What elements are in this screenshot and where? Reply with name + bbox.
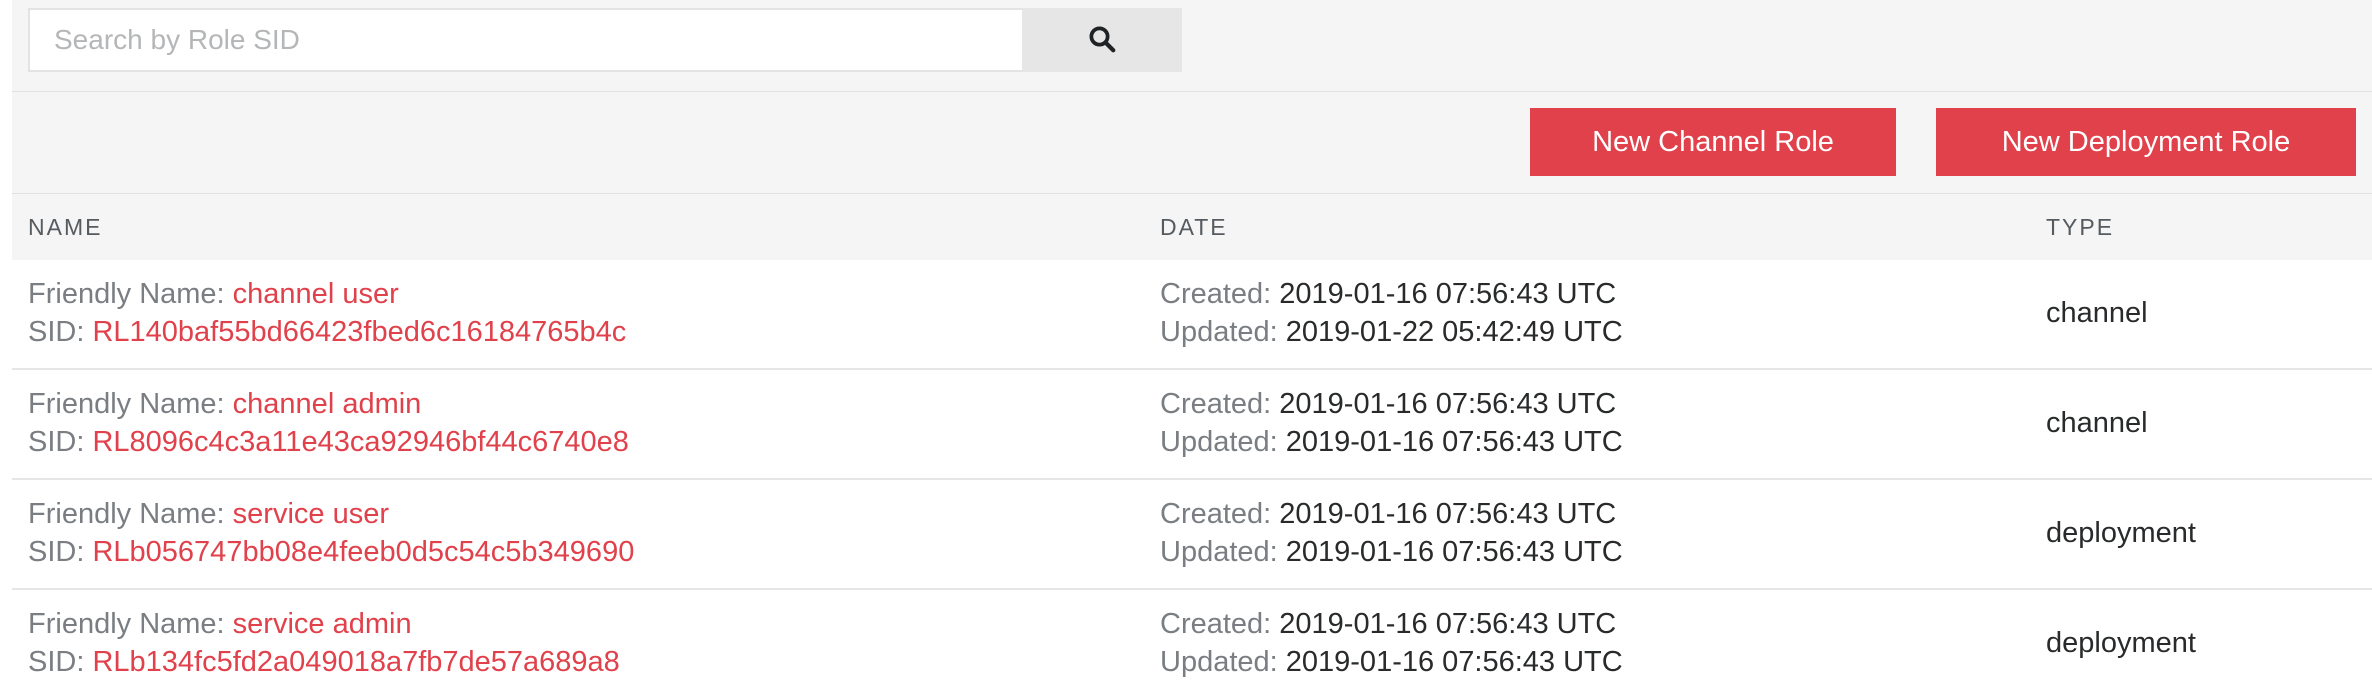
sid-label: SID: — [28, 316, 93, 348]
type-value: deployment — [2046, 517, 2196, 549]
friendly-name-line: Friendly Name: service admin — [28, 608, 412, 641]
friendly-name-label: Friendly Name: — [28, 608, 233, 640]
table-row: Friendly Name: service admin SID: RLb134… — [12, 590, 2372, 700]
created-line: Created: 2019-01-16 07:56:43 UTC — [1160, 498, 1616, 531]
created-line: Created: 2019-01-16 07:56:43 UTC — [1160, 388, 1616, 421]
sid-line: SID: RLb056747bb08e4feeb0d5c54c5b349690 — [28, 536, 634, 569]
new-channel-role-button[interactable]: New Channel Role — [1530, 108, 1896, 176]
friendly-name-link[interactable]: channel user — [233, 278, 399, 310]
friendly-name-line: Friendly Name: service user — [28, 498, 389, 531]
table-row: Friendly Name: service user SID: RLb0567… — [12, 480, 2372, 590]
friendly-name-link[interactable]: service admin — [233, 608, 412, 640]
friendly-name-label: Friendly Name: — [28, 278, 233, 310]
actions-bar: New Channel Role New Deployment Role — [12, 92, 2372, 194]
header-name: NAME — [28, 214, 103, 240]
created-label: Created: — [1160, 498, 1280, 530]
created-line: Created: 2019-01-16 07:56:43 UTC — [1160, 278, 1616, 311]
friendly-name-label: Friendly Name: — [28, 388, 233, 420]
updated-value: 2019-01-22 05:42:49 UTC — [1285, 316, 1623, 348]
updated-label: Updated: — [1160, 536, 1286, 568]
updated-label: Updated: — [1160, 426, 1286, 458]
sid-link[interactable]: RLb134fc5fd2a049018a7fb7de57a689a8 — [92, 646, 619, 678]
updated-line: Updated: 2019-01-16 07:56:43 UTC — [1160, 536, 1623, 569]
updated-label: Updated: — [1160, 646, 1286, 678]
friendly-name-label: Friendly Name: — [28, 498, 233, 530]
updated-label: Updated: — [1160, 316, 1286, 348]
sid-label: SID: — [28, 536, 93, 568]
sid-label: SID: — [28, 646, 93, 678]
sid-link[interactable]: RLb056747bb08e4feeb0d5c54c5b349690 — [92, 536, 634, 568]
friendly-name-line: Friendly Name: channel admin — [28, 388, 421, 421]
created-label: Created: — [1160, 388, 1280, 420]
search-box — [28, 8, 1036, 72]
type-value: channel — [2046, 407, 2148, 439]
created-value: 2019-01-16 07:56:43 UTC — [1279, 388, 1617, 420]
sid-link[interactable]: RL8096c4c3a11e43ca92946bf44c6740e8 — [92, 426, 628, 458]
search-toolbar — [12, 0, 2372, 92]
updated-value: 2019-01-16 07:56:43 UTC — [1285, 536, 1623, 568]
friendly-name-line: Friendly Name: channel user — [28, 278, 399, 311]
friendly-name-link[interactable]: channel admin — [233, 388, 422, 420]
search-icon — [1087, 24, 1117, 57]
sid-line: SID: RL140baf55bd66423fbed6c16184765b4c — [28, 316, 626, 349]
updated-value: 2019-01-16 07:56:43 UTC — [1285, 646, 1623, 678]
created-value: 2019-01-16 07:56:43 UTC — [1279, 278, 1617, 310]
created-label: Created: — [1160, 278, 1280, 310]
updated-value: 2019-01-16 07:56:43 UTC — [1285, 426, 1623, 458]
search-button[interactable] — [1022, 8, 1182, 72]
friendly-name-link[interactable]: service user — [233, 498, 389, 530]
updated-line: Updated: 2019-01-16 07:56:43 UTC — [1160, 426, 1623, 459]
sid-label: SID: — [28, 426, 93, 458]
roles-panel: New Channel Role New Deployment Role NAM… — [12, 0, 2372, 700]
sid-line: SID: RL8096c4c3a11e43ca92946bf44c6740e8 — [28, 426, 629, 459]
table-header: NAME DATE TYPE — [12, 194, 2372, 260]
header-type: TYPE — [2046, 214, 2115, 240]
created-line: Created: 2019-01-16 07:56:43 UTC — [1160, 608, 1616, 641]
sid-line: SID: RLb134fc5fd2a049018a7fb7de57a689a8 — [28, 646, 620, 679]
created-label: Created: — [1160, 608, 1280, 640]
search-input[interactable] — [30, 10, 1034, 70]
updated-line: Updated: 2019-01-22 05:42:49 UTC — [1160, 316, 1623, 349]
type-value: channel — [2046, 297, 2148, 329]
updated-line: Updated: 2019-01-16 07:56:43 UTC — [1160, 646, 1623, 679]
new-deployment-role-button[interactable]: New Deployment Role — [1936, 108, 2356, 176]
type-value: deployment — [2046, 627, 2196, 659]
table-row: Friendly Name: channel user SID: RL140ba… — [12, 260, 2372, 370]
table-row: Friendly Name: channel admin SID: RL8096… — [12, 370, 2372, 480]
sid-link[interactable]: RL140baf55bd66423fbed6c16184765b4c — [92, 316, 626, 348]
header-date: DATE — [1160, 214, 1228, 240]
created-value: 2019-01-16 07:56:43 UTC — [1279, 498, 1617, 530]
created-value: 2019-01-16 07:56:43 UTC — [1279, 608, 1617, 640]
